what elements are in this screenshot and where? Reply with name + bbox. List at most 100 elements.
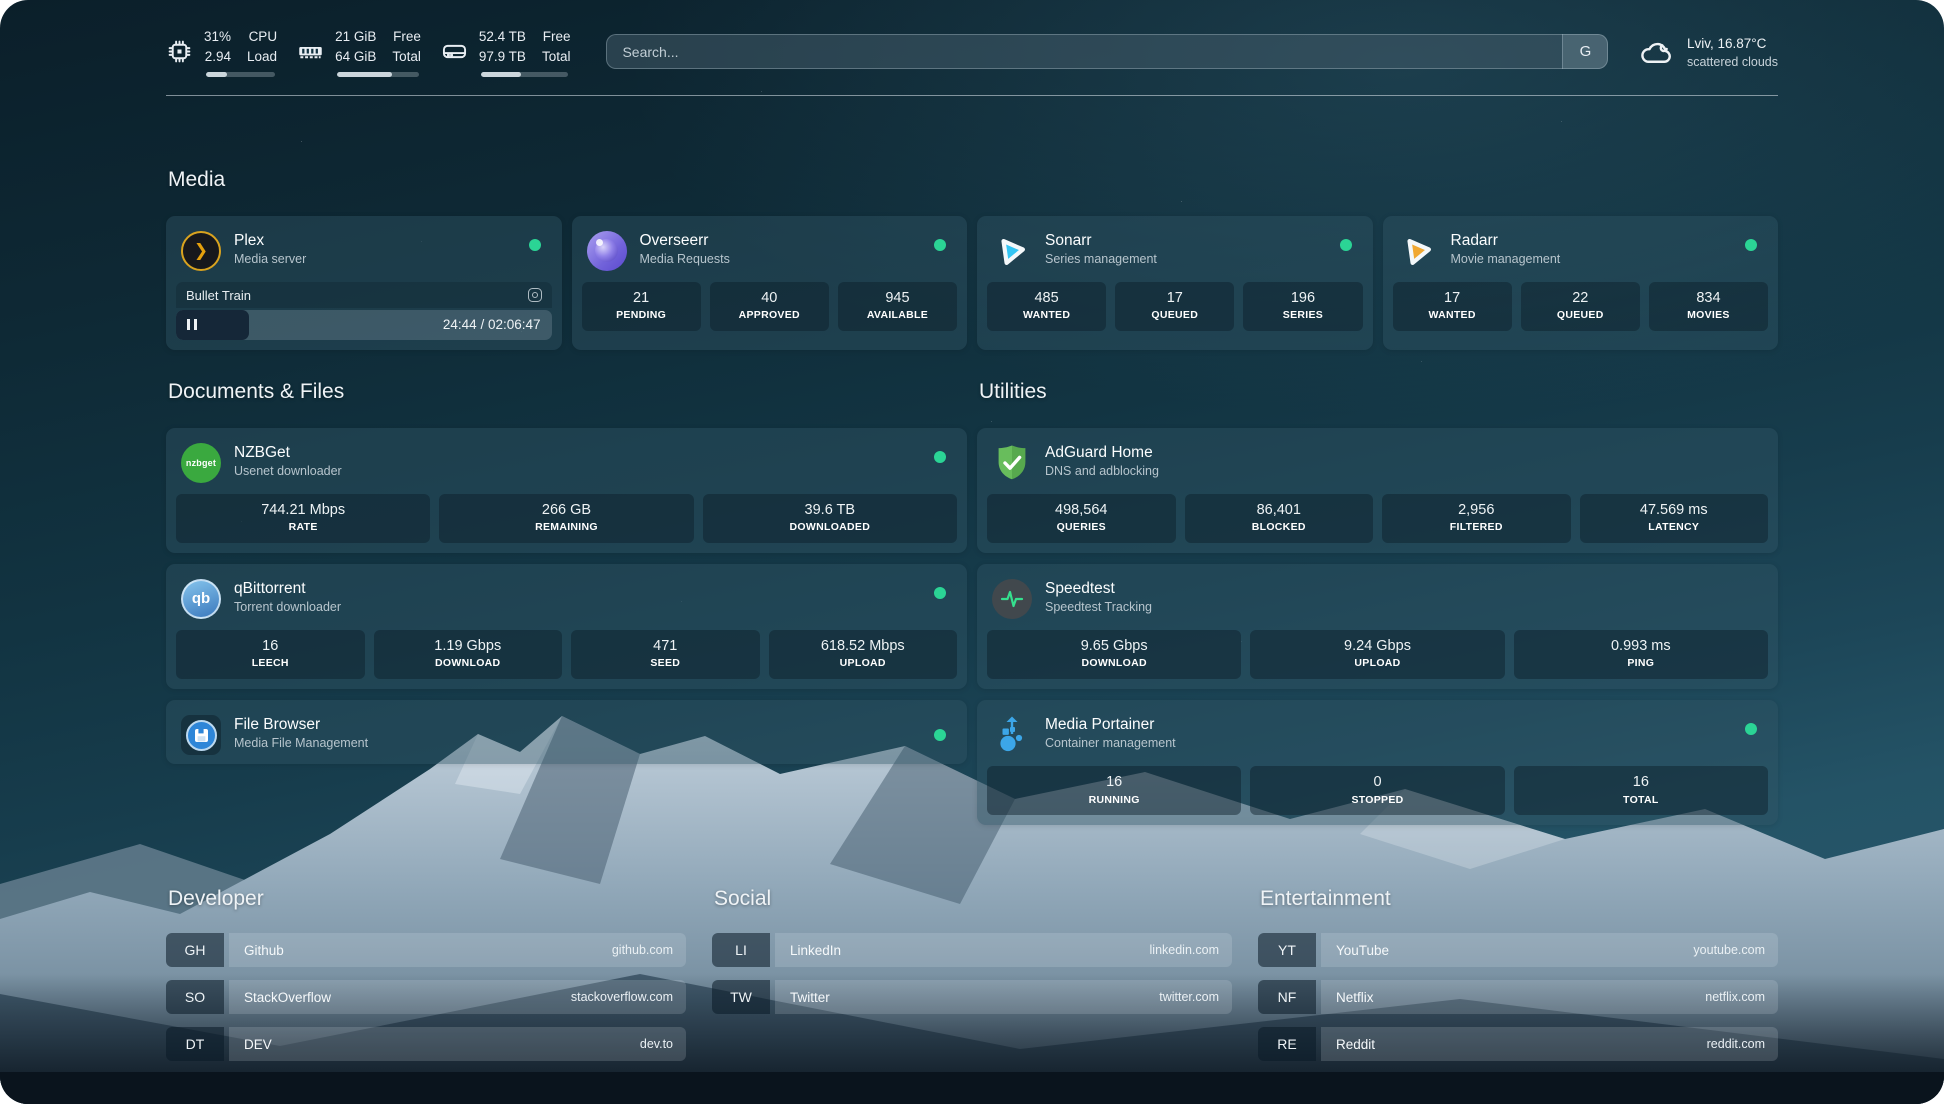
cpu-progress-bar <box>206 72 275 77</box>
radarr-link[interactable]: Radarr Movie management <box>1393 226 1769 282</box>
adguard-name: AdGuard Home <box>1045 444 1159 462</box>
bookmark-reddit[interactable]: RE Redditreddit.com <box>1258 1027 1778 1061</box>
nzbget-desc: Usenet downloader <box>234 464 342 478</box>
bookmark-netflix[interactable]: NF Netflixnetflix.com <box>1258 980 1778 1014</box>
overseerr-icon <box>587 231 627 271</box>
github-abbr: GH <box>166 933 224 967</box>
stackoverflow-abbr: SO <box>166 980 224 1014</box>
plex-name: Plex <box>234 232 306 250</box>
developer-section-title: Developer <box>168 887 686 911</box>
nzbget-stat-rate: 744.21 MbpsRATE <box>176 494 430 543</box>
bookmark-stackoverflow[interactable]: SO StackOverflow stackoverflow.com <box>166 980 686 1014</box>
portainer-name: Media Portainer <box>1045 716 1176 734</box>
memory-progress-bar <box>337 72 419 77</box>
bookmark-linkedin[interactable]: LI LinkedInlinkedin.com <box>712 933 1232 967</box>
github-name: Github <box>244 943 284 958</box>
overseerr-link[interactable]: Overseerr Media Requests <box>582 226 958 282</box>
reddit-domain: reddit.com <box>1707 1037 1765 1051</box>
filebrowser-link[interactable]: File Browser Media File Management <box>176 710 957 760</box>
bookmarks-developer: Developer GH Githubgithub.com SO StackOv… <box>166 887 686 1074</box>
filebrowser-status-dot <box>934 729 946 741</box>
netflix-name: Netflix <box>1336 990 1374 1005</box>
plex-card: ❯ Plex Media server Bullet Train <box>166 216 562 350</box>
memory-free-label: Free <box>393 27 421 47</box>
section-utilities: Utilities AdGuard Home DNS and adblockin… <box>977 380 1778 826</box>
search-provider-button[interactable]: G <box>1562 34 1608 69</box>
portainer-icon <box>992 715 1032 755</box>
adguard-desc: DNS and adblocking <box>1045 464 1159 478</box>
adguard-stat-blocked: 86,401BLOCKED <box>1185 494 1374 543</box>
sonarr-stat-series: 196SERIES <box>1243 282 1362 331</box>
twitter-name: Twitter <box>790 990 830 1005</box>
speedtest-desc: Speedtest Tracking <box>1045 600 1152 614</box>
stackoverflow-domain: stackoverflow.com <box>571 990 673 1004</box>
disk-free-value: 52.4 TB <box>479 27 526 47</box>
qbittorrent-stat-upload: 618.52 MbpsUPLOAD <box>769 630 958 679</box>
filebrowser-desc: Media File Management <box>234 736 368 750</box>
documents-section-title: Documents & Files <box>168 380 967 404</box>
youtube-abbr: YT <box>1258 933 1316 967</box>
weather-widget: Lviv, 16.87°C scattered clouds <box>1638 34 1778 71</box>
weather-location-temp: Lviv, 16.87°C <box>1687 34 1778 54</box>
radarr-stat-wanted: 17WANTED <box>1393 282 1512 331</box>
radarr-stat-movies: 834MOVIES <box>1649 282 1768 331</box>
stackoverflow-name: StackOverflow <box>244 990 331 1005</box>
linkedin-domain: linkedin.com <box>1150 943 1219 957</box>
disk-free-label: Free <box>543 27 571 47</box>
plex-link[interactable]: ❯ Plex Media server <box>176 226 552 282</box>
sonarr-link[interactable]: Sonarr Series management <box>987 226 1363 282</box>
qbittorrent-name: qBittorrent <box>234 580 341 598</box>
dev-abbr: DT <box>166 1027 224 1061</box>
bookmarks-social: Social LI LinkedInlinkedin.com TW Twitte… <box>712 887 1232 1074</box>
adguard-stat-queries: 498,564QUERIES <box>987 494 1176 543</box>
qbittorrent-link[interactable]: qb qBittorrent Torrent downloader <box>176 574 957 630</box>
section-documents: Documents & Files nzbget NZBGet Usenet d… <box>166 380 967 826</box>
plex-desc: Media server <box>234 252 306 266</box>
nzbget-card: nzbget NZBGet Usenet downloader 744.21 M… <box>166 428 967 553</box>
sonarr-stat-wanted: 485WANTED <box>987 282 1106 331</box>
youtube-name: YouTube <box>1336 943 1389 958</box>
dev-name: DEV <box>244 1037 272 1052</box>
plex-view-icon[interactable] <box>528 288 542 302</box>
cpu-load-value: 2.94 <box>205 47 231 67</box>
speedtest-name: Speedtest <box>1045 580 1152 598</box>
sonarr-name: Sonarr <box>1045 232 1157 250</box>
cpu-icon <box>166 38 193 65</box>
search-bar: G <box>606 34 1608 69</box>
radarr-desc: Movie management <box>1451 252 1561 266</box>
adguard-link[interactable]: AdGuard Home DNS and adblocking <box>987 438 1768 494</box>
bookmark-github[interactable]: GH Githubgithub.com <box>166 933 686 967</box>
plex-now-playing-row: Bullet Train <box>176 282 552 308</box>
plex-now-playing-title: Bullet Train <box>186 288 251 303</box>
radarr-icon <box>1398 231 1438 271</box>
cpu-load-label: Load <box>247 47 277 67</box>
qbittorrent-stat-seed: 471SEED <box>571 630 760 679</box>
memory-free-value: 21 GiB <box>335 27 376 47</box>
twitter-abbr: TW <box>712 980 770 1014</box>
speedtest-card: Speedtest Speedtest Tracking 9.65 GbpsDO… <box>977 564 1778 689</box>
top-bar: 31% 2.94 CPU Load <box>166 0 1778 77</box>
bookmark-twitter[interactable]: TW Twittertwitter.com <box>712 980 1232 1014</box>
portainer-link[interactable]: Media Portainer Container management <box>987 710 1768 766</box>
adguard-stat-latency: 47.569 msLATENCY <box>1580 494 1769 543</box>
speedtest-stat-upload: 9.24 GbpsUPLOAD <box>1250 630 1504 679</box>
media-section-title: Media <box>168 168 1778 192</box>
sonarr-stat-queued: 17QUEUED <box>1115 282 1234 331</box>
qbittorrent-desc: Torrent downloader <box>234 600 341 614</box>
cloud-icon <box>1638 34 1674 70</box>
speedtest-link[interactable]: Speedtest Speedtest Tracking <box>987 574 1768 630</box>
bookmark-youtube[interactable]: YT YouTubeyoutube.com <box>1258 933 1778 967</box>
qbittorrent-stat-leech: 16LEECH <box>176 630 365 679</box>
memory-widget: 21 GiB 64 GiB Free Total <box>297 27 421 77</box>
pause-icon[interactable] <box>187 319 197 330</box>
section-media: Media ❯ Plex Media server Bullet Train <box>166 168 1778 350</box>
radarr-card: Radarr Movie management 17WANTED 22QUEUE… <box>1383 216 1779 350</box>
nzbget-stat-remaining: 266 GBREMAINING <box>439 494 693 543</box>
bookmark-dev[interactable]: DT DEVdev.to <box>166 1027 686 1061</box>
header-divider <box>166 95 1778 96</box>
search-input[interactable] <box>606 34 1608 69</box>
nzbget-link[interactable]: nzbget NZBGet Usenet downloader <box>176 438 957 494</box>
nzbget-stat-downloaded: 39.6 TBDOWNLOADED <box>703 494 957 543</box>
filebrowser-name: File Browser <box>234 716 368 734</box>
plex-playback-time: 24:44 / 02:06:47 <box>443 317 552 332</box>
